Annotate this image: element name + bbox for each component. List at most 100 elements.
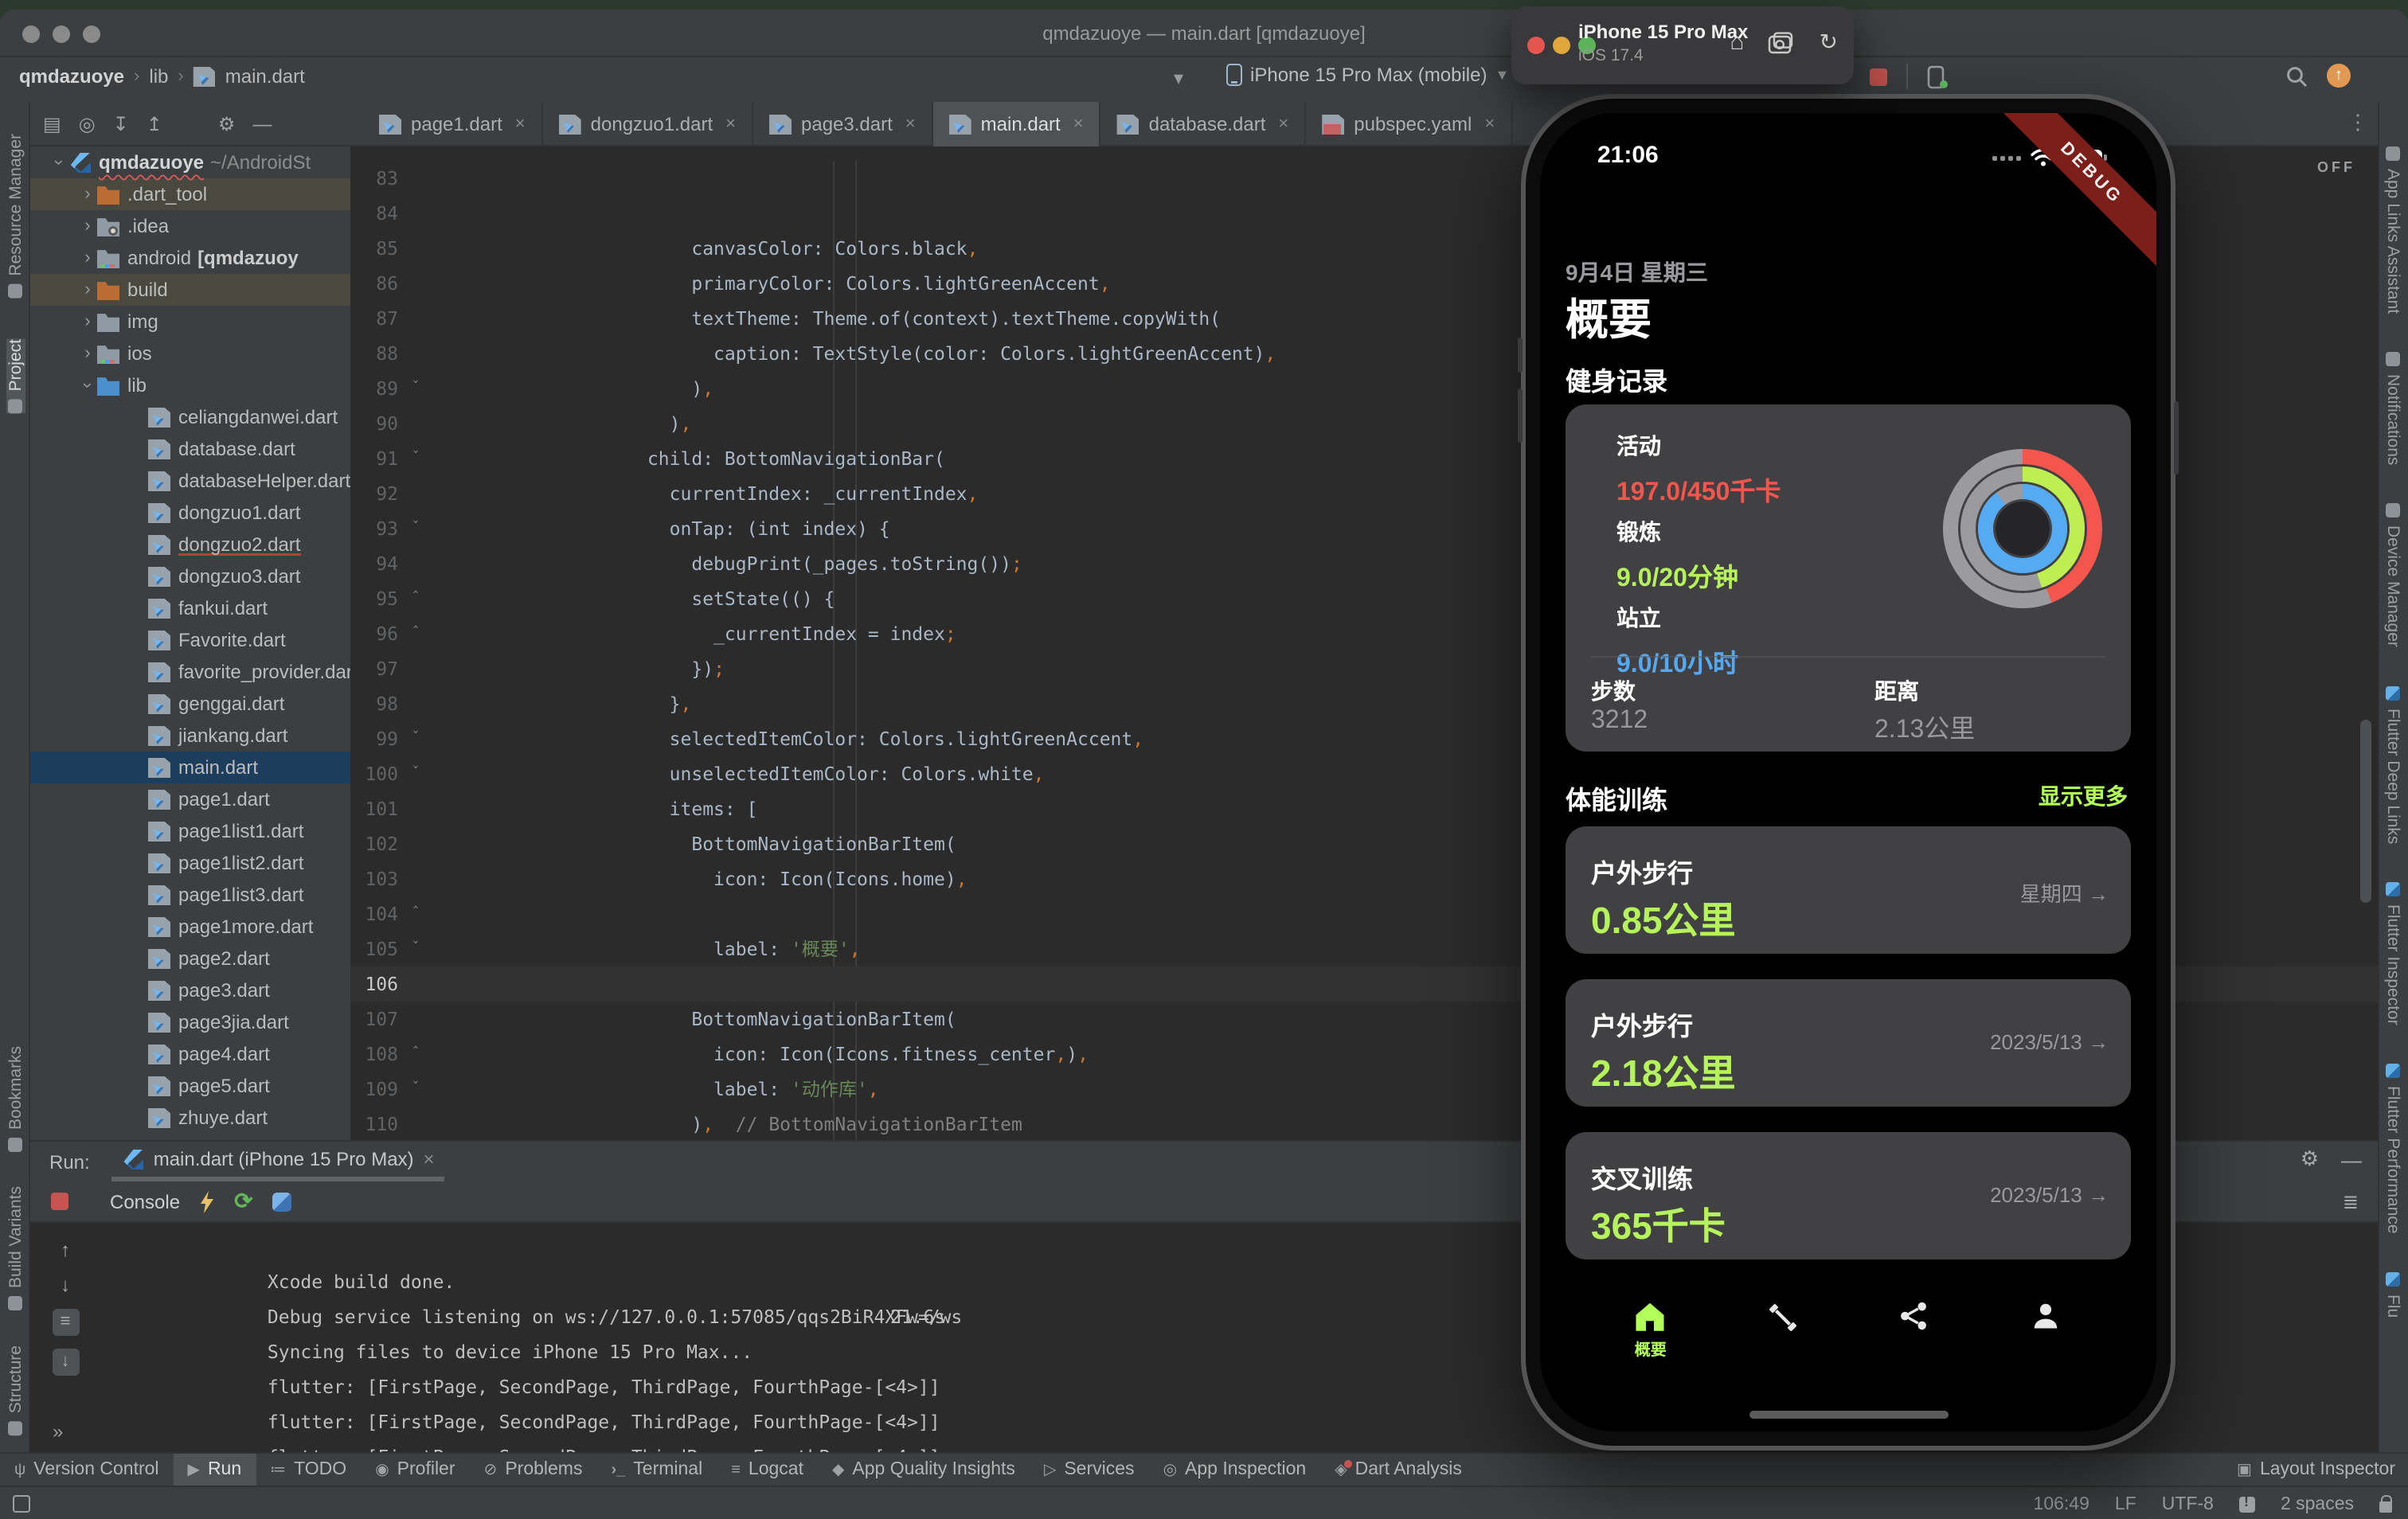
- tree-row[interactable]: android [qmdazuoy: [30, 242, 350, 274]
- breadcrumb-project[interactable]: qmdazuoye: [19, 65, 124, 88]
- tree-row[interactable]: page3.dart: [30, 974, 350, 1006]
- fold-icon[interactable]: ˇ: [405, 756, 427, 791]
- tree-chevron-icon[interactable]: [78, 185, 97, 204]
- fold-icon[interactable]: ˆ: [405, 1037, 427, 1072]
- tool-stripe-item[interactable]: App Links Assistant: [2383, 146, 2402, 314]
- soft-wrap-icon[interactable]: ≡: [52, 1309, 79, 1336]
- tool-window-button[interactable]: Profiler: [361, 1453, 469, 1486]
- tree-row[interactable]: ios: [30, 338, 350, 369]
- tree-row[interactable]: Favorite.dart: [30, 624, 350, 656]
- console-more-icon[interactable]: »: [53, 1420, 63, 1443]
- tree-chevron-icon[interactable]: [78, 280, 97, 299]
- activity-card[interactable]: 活动 197.0/450千卡 锻炼 9.0/20分钟 站立 9.0/10小时: [1566, 404, 2131, 752]
- tree-row[interactable]: favorite_provider.dart: [30, 656, 350, 688]
- search-icon[interactable]: [2285, 64, 2308, 87]
- tab-options-icon[interactable]: ⋮: [2347, 110, 2368, 135]
- scroll-up-icon[interactable]: ↑: [61, 1239, 70, 1261]
- tree-row[interactable]: page1more.dart: [30, 911, 350, 943]
- nav-share[interactable]: [1867, 1301, 1962, 1331]
- tool-window-button[interactable]: Version Control: [0, 1453, 174, 1486]
- tool-stripe-item[interactable]: Notifications: [2383, 352, 2402, 465]
- tree-chevron-icon[interactable]: [78, 344, 97, 363]
- tool-stripe-item[interactable]: Flutter Inspector: [2383, 882, 2402, 1025]
- line-ending[interactable]: LF: [2115, 1494, 2136, 1513]
- tool-window-button[interactable]: Terminal: [596, 1453, 717, 1486]
- breadcrumb[interactable]: qmdazuoye › lib › main.dart: [19, 65, 305, 88]
- fold-icon[interactable]: [405, 301, 427, 336]
- tree-row[interactable]: page1list2.dart: [30, 847, 350, 879]
- fold-icon[interactable]: [405, 1107, 427, 1140]
- tree-chevron-icon[interactable]: [78, 248, 97, 267]
- fold-icon[interactable]: ˇ: [405, 931, 427, 966]
- tree-row[interactable]: dongzuo3.dart: [30, 560, 350, 592]
- editor-tab[interactable]: main.dart ×: [933, 102, 1101, 146]
- hot-restart-icon[interactable]: ⟳: [234, 1188, 252, 1215]
- tool-stripe-item[interactable]: Resource Manager: [6, 134, 25, 299]
- tree-row[interactable]: page3jia.dart: [30, 1006, 350, 1038]
- fold-icon[interactable]: [405, 686, 427, 721]
- console-layout-icon[interactable]: ≣: [2343, 1190, 2359, 1212]
- nav-profile[interactable]: [1998, 1301, 2093, 1331]
- editor-tab[interactable]: dongzuo1.dart ×: [543, 102, 753, 146]
- panel-view-icon[interactable]: ▤: [43, 113, 61, 135]
- fold-icon[interactable]: [405, 1002, 427, 1037]
- tree-row[interactable]: build: [30, 274, 350, 306]
- tree-chevron-icon[interactable]: [78, 312, 97, 331]
- layout-inspector-button[interactable]: Layout Inspector: [2237, 1460, 2395, 1479]
- workout-card[interactable]: 户外步行 2.18公里 2023/5/13 →: [1566, 979, 2131, 1107]
- workout-card[interactable]: 交叉训练 365千卡 2023/5/13 →: [1566, 1132, 2131, 1259]
- show-more-link[interactable]: 显示更多: [2039, 780, 2128, 812]
- stop-button[interactable]: [1870, 68, 1887, 85]
- fold-icon[interactable]: [405, 651, 427, 686]
- tool-stripe-item[interactable]: Structure: [6, 1346, 25, 1436]
- tool-stripe-item[interactable]: Flu: [2383, 1271, 2402, 1317]
- close-icon[interactable]: ×: [1484, 115, 1495, 134]
- tool-window-button[interactable]: Services: [1030, 1453, 1149, 1486]
- vcs-update-icon[interactable]: ▾: [1174, 67, 1183, 89]
- scroll-to-end-icon[interactable]: ↓: [52, 1349, 79, 1376]
- tool-window-button[interactable]: Problems: [470, 1453, 597, 1486]
- editor-tab[interactable]: page1.dart ×: [363, 102, 543, 146]
- fold-icon[interactable]: [405, 791, 427, 826]
- close-icon[interactable]: ×: [424, 1148, 435, 1170]
- tree-row[interactable]: page1list3.dart: [30, 879, 350, 911]
- tree-row[interactable]: dongzuo1.dart: [30, 497, 350, 529]
- tree-row[interactable]: page4.dart: [30, 1038, 350, 1070]
- nav-overview[interactable]: 概要: [1603, 1301, 1698, 1360]
- tool-window-button[interactable]: Dart Analysis: [1320, 1453, 1476, 1486]
- screenshot-icon[interactable]: [1769, 31, 1796, 53]
- tool-stripe-item[interactable]: Flutter Deep Links: [2383, 685, 2402, 843]
- fold-icon[interactable]: [405, 406, 427, 441]
- caret-position[interactable]: 106:49: [2034, 1494, 2089, 1513]
- device-selector[interactable]: iPhone 15 Pro Max (mobile) ▼: [1226, 64, 1509, 86]
- fold-icon[interactable]: [405, 966, 427, 1002]
- fold-icon[interactable]: [405, 231, 427, 266]
- close-icon[interactable]: ×: [725, 115, 736, 134]
- tree-row[interactable]: lib: [30, 369, 350, 401]
- home-icon[interactable]: ⌂: [1730, 29, 1744, 56]
- tree-row[interactable]: databaseHelper.dart: [30, 465, 350, 497]
- gear-icon[interactable]: ⚙: [2300, 1148, 2319, 1172]
- terminal-mini-icon[interactable]: [13, 1495, 30, 1513]
- gear-icon[interactable]: ⚙: [218, 113, 236, 135]
- dart-devtools-icon[interactable]: [272, 1192, 291, 1211]
- tree-row[interactable]: celiangdanwei.dart: [30, 401, 350, 433]
- close-window-button[interactable]: [1527, 37, 1545, 54]
- breadcrumb-dir[interactable]: lib: [149, 65, 168, 88]
- nav-exercises[interactable]: [1734, 1301, 1830, 1334]
- fold-icon[interactable]: ˇ: [405, 1072, 427, 1107]
- tree-row[interactable]: dongzuo2.dart: [30, 529, 350, 560]
- tool-window-button[interactable]: Run: [174, 1453, 256, 1486]
- fold-icon[interactable]: ˆ: [405, 581, 427, 616]
- tool-stripe-item[interactable]: Bookmarks: [6, 1046, 25, 1152]
- locate-file-icon[interactable]: ◎: [79, 113, 96, 135]
- tree-row[interactable]: fankui.dart: [30, 592, 350, 624]
- editor-tab[interactable]: database.dart ×: [1101, 102, 1307, 146]
- editor-scrollbar[interactable]: [2360, 720, 2371, 903]
- tree-row[interactable]: page1list1.dart: [30, 815, 350, 847]
- close-icon[interactable]: ×: [515, 115, 526, 134]
- close-icon[interactable]: ×: [1073, 115, 1084, 134]
- scroll-down-icon[interactable]: ↓: [61, 1274, 70, 1296]
- fold-icon[interactable]: [405, 861, 427, 896]
- tree-row[interactable]: page5.dart: [30, 1070, 350, 1102]
